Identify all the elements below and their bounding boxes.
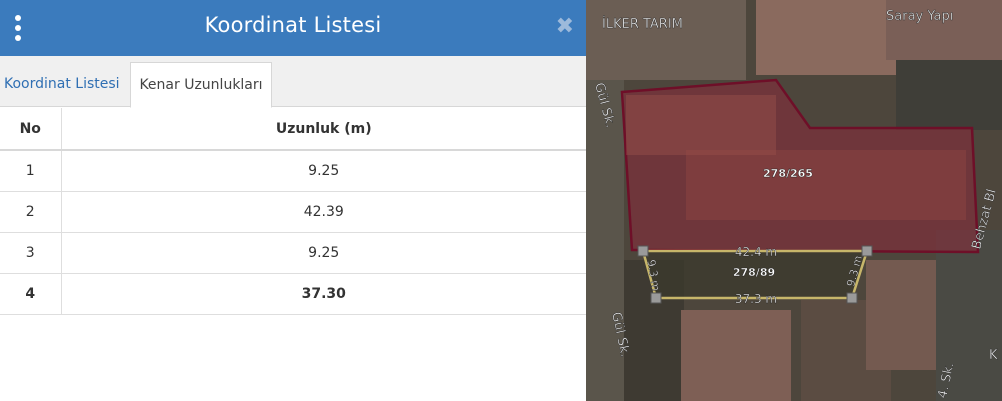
column-header-length: Uzunluk (m) [61,108,586,151]
poi-label-shop: İLKER TARIM [602,16,683,32]
tab-edge-lengths[interactable]: Kenar Uzunlukları [130,62,272,108]
building-roof [681,310,791,401]
row-number: 1 [0,150,62,192]
parcel-selected-label: 278/89 [733,266,775,279]
table-header-row: No Uzunluk (m) [0,108,586,151]
coordinate-panel: Koordinat Listesi ✖ Koordinat Listesi Ke… [0,0,586,401]
parking-area [896,60,1002,130]
poi-label-shop: Saray Yapı [886,9,953,24]
parcel-main-label: 278/265 [763,167,813,180]
vertex-handle[interactable] [637,245,649,257]
vertex-handle[interactable] [650,292,662,304]
table-row[interactable]: 1 9.25 [0,150,586,192]
table-row[interactable]: 2 42.39 [0,191,586,233]
vertex-handle[interactable] [861,245,873,257]
row-number: 4 [0,273,62,315]
edge-label-bottom: 37.3 m [735,292,777,306]
building-roof [626,95,776,155]
tab-coordinate-list[interactable]: Koordinat Listesi [0,62,126,107]
row-length: 37.30 [61,273,586,315]
row-length: 9.25 [61,150,586,192]
column-header-no: No [0,108,62,151]
tab-bar: Koordinat Listesi Kenar Uzunlukları [0,56,586,108]
panel-header: Koordinat Listesi ✖ [0,0,586,56]
building-roof [686,150,966,220]
close-icon[interactable]: ✖ [556,14,574,40]
table-row[interactable]: 3 9.25 [0,232,586,274]
row-length: 42.39 [61,191,586,233]
edge-length-table: No Uzunluk (m) 1 9.25 2 42.39 3 9.25 4 3… [0,108,586,315]
vertex-handle[interactable] [846,292,858,304]
building-roof [866,260,936,370]
row-number: 3 [0,232,62,274]
row-number: 2 [0,191,62,233]
building-roof [756,0,896,75]
panel-title: Koordinat Listesi [204,13,382,37]
street-label: K [989,348,998,363]
table-row[interactable]: 4 37.30 [0,273,586,315]
building-roof [586,0,746,80]
map-view[interactable]: 278/265 278/89 42.4 m 37.3 m 9.3 m 9.3 m… [586,0,1002,401]
row-length: 9.25 [61,232,586,274]
edge-label-top: 42.4 m [735,245,777,259]
